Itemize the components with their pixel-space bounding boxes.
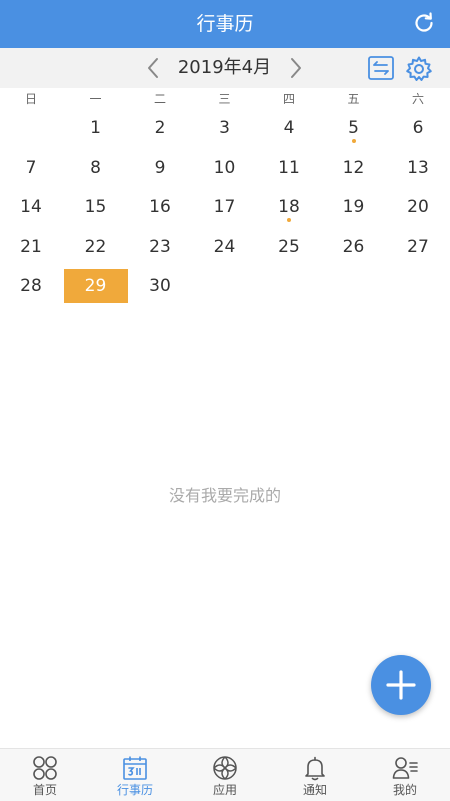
calendar-day[interactable]: 17 (193, 190, 257, 224)
calendar-day[interactable]: 20 (386, 190, 450, 224)
calendar-day[interactable]: 25 (257, 230, 321, 264)
chevron-left-icon[interactable] (143, 54, 163, 82)
calendar-day[interactable]: 22 (64, 230, 128, 264)
calendar-day[interactable]: 27 (386, 230, 450, 264)
month-nav-bar: 2019年4月 (0, 48, 450, 88)
event-dot (287, 218, 291, 222)
gear-icon[interactable] (405, 55, 433, 83)
empty-state-message: 没有我要完成的 (168, 486, 281, 505)
profile-icon (392, 755, 418, 781)
refresh-icon[interactable] (412, 11, 436, 35)
calendar-day[interactable]: 19 (322, 190, 386, 224)
weekday-label: 五 (347, 92, 360, 106)
calendar-day[interactable]: 13 (386, 151, 450, 185)
calendar-day[interactable]: 24 (193, 230, 257, 264)
calendar-day[interactable]: 15 (64, 190, 128, 224)
weekday-label: 四 (282, 92, 295, 106)
calendar-day[interactable]: 23 (128, 230, 192, 264)
weekday-label: 日 (24, 92, 37, 106)
tab-calendar[interactable]: 行事历 (90, 749, 180, 801)
weekday-label: 三 (218, 92, 231, 106)
calendar-day[interactable]: 8 (64, 151, 128, 185)
month-label: 2019年4月 (177, 57, 272, 78)
swap-icon[interactable] (368, 56, 394, 80)
calendar-day[interactable]: 28 (0, 269, 63, 303)
calendar-day[interactable]: 10 (193, 151, 257, 185)
plus-icon (386, 670, 416, 700)
tab-label: 首页 (32, 783, 57, 797)
tab-label: 通知 (302, 783, 327, 797)
calendar-day[interactable]: 12 (322, 151, 386, 185)
bell-icon (302, 755, 328, 781)
calendar-day[interactable]: 1 (64, 111, 128, 145)
calendar-day-selected[interactable]: 29 (63, 269, 128, 303)
tab-profile[interactable]: 我的 (360, 749, 450, 801)
calendar-day[interactable]: 14 (0, 190, 63, 224)
page-title: 行事历 (196, 13, 254, 35)
calendar-day[interactable]: 2 (128, 111, 192, 145)
weekday-label: 六 (411, 92, 424, 106)
calendar-day[interactable]: 3 (193, 111, 257, 145)
calendar-day[interactable]: 21 (0, 230, 63, 264)
calendar-day[interactable]: 26 (322, 230, 386, 264)
title-bar: 行事历 (0, 0, 450, 48)
calendar-day[interactable]: 30 (128, 269, 192, 303)
event-dot (351, 139, 356, 143)
home-grid-icon (32, 755, 58, 781)
calendar-grid: 1 2 3 4 5 6 7 8 9 10 11 12 13 14 15 16 17 18 19 20 21 22 23 24 2… (0, 110, 450, 310)
apps-petal-icon (212, 755, 238, 781)
tab-label: 行事历 (116, 783, 153, 797)
weekday-label: 二 (153, 92, 166, 106)
calendar-day[interactable]: 9 (128, 151, 192, 185)
bottom-tab-bar: 首页 行事历 应用 通知 我的 (0, 748, 450, 801)
tab-label: 应用 (212, 783, 237, 797)
add-button[interactable] (371, 655, 431, 715)
tab-label: 我的 (392, 783, 417, 797)
calendar-icon (122, 755, 148, 781)
tab-apps[interactable]: 应用 (180, 749, 270, 801)
tab-home[interactable]: 首页 (0, 749, 90, 801)
calendar-day[interactable]: 16 (128, 190, 192, 224)
weekday-label: 一 (89, 92, 102, 106)
calendar-day[interactable]: 4 (257, 111, 321, 145)
tab-notifications[interactable]: 通知 (270, 749, 360, 801)
calendar-day[interactable]: 7 (0, 151, 63, 185)
weekday-header: 日一二三四五六 (0, 88, 450, 110)
chevron-right-icon[interactable] (286, 54, 306, 82)
calendar-day[interactable]: 6 (386, 111, 450, 145)
calendar-day[interactable]: 11 (257, 151, 321, 185)
